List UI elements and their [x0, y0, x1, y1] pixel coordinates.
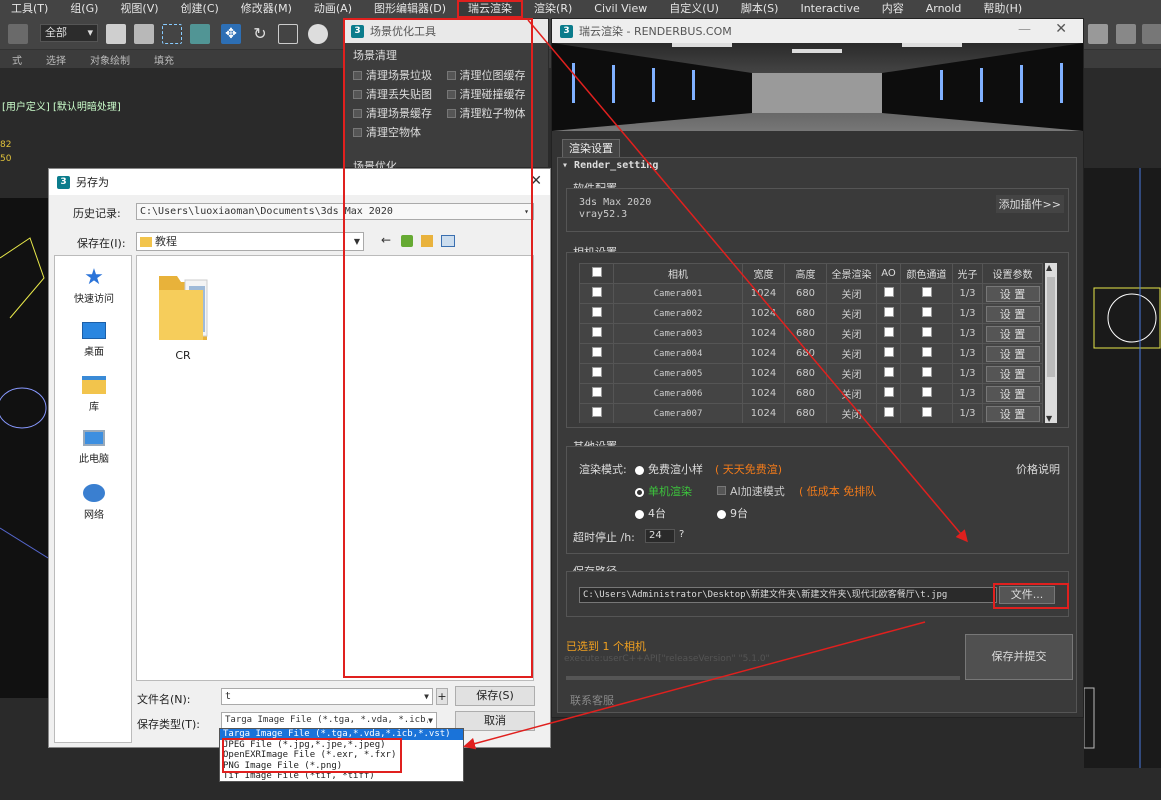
- arrow-menu-to-file-button: [527, 19, 968, 543]
- annotation-arrows: [463, 19, 968, 750]
- arrow-file-button-to-filetype: [463, 621, 926, 750]
